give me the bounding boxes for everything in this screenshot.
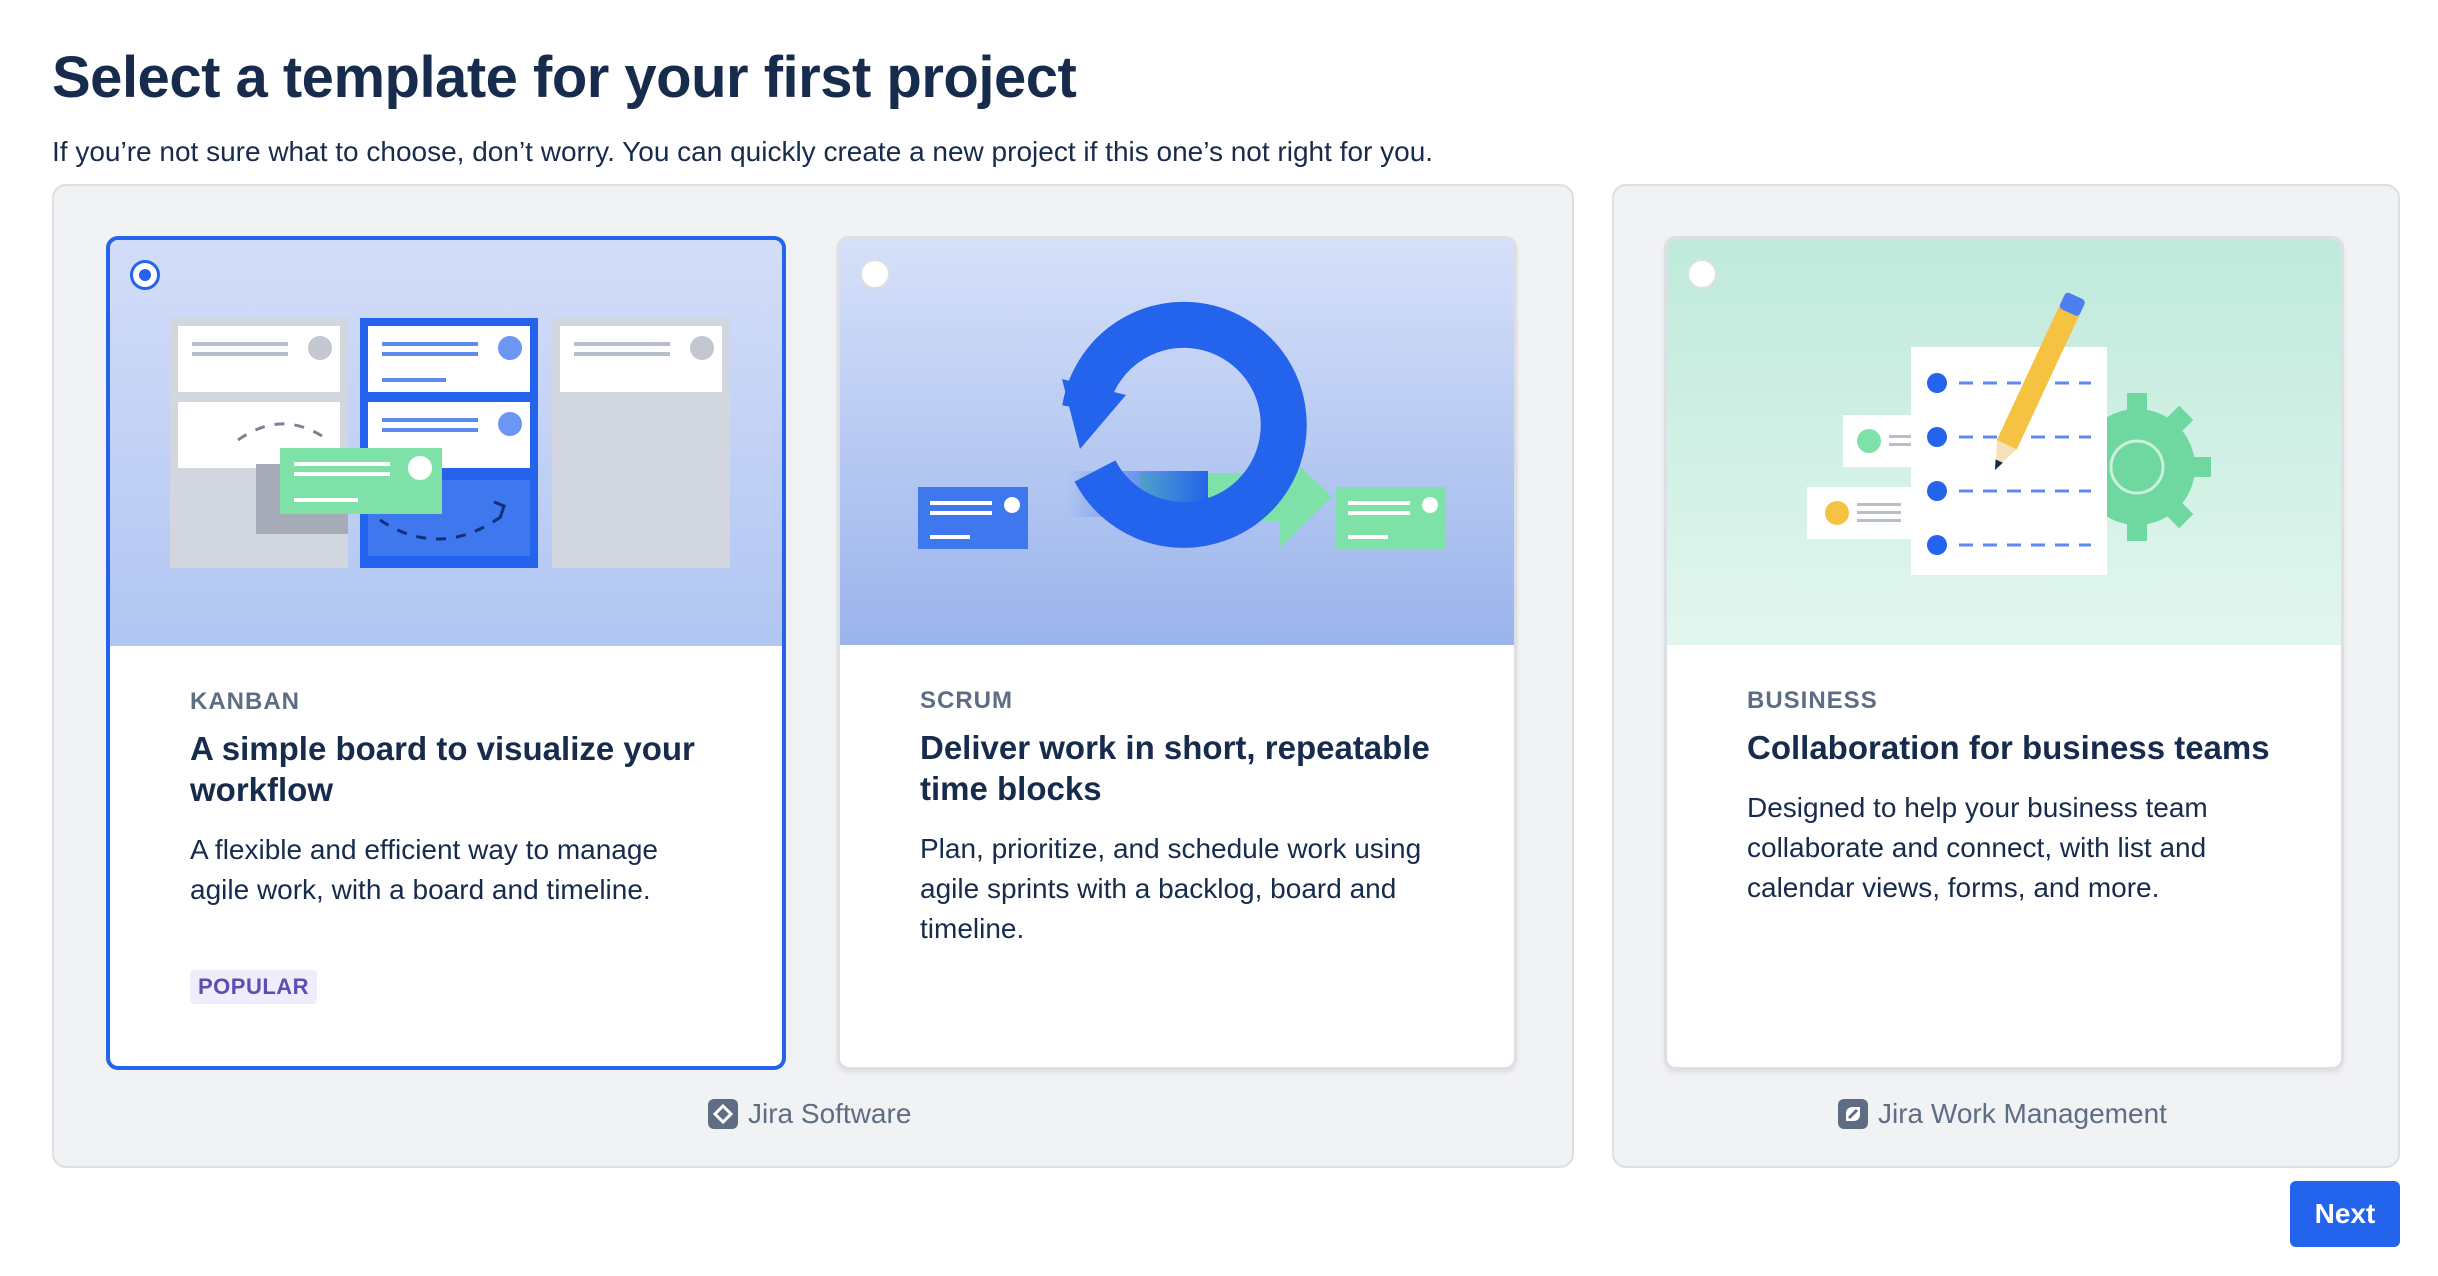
business-checklist-illustration bbox=[1667, 239, 2341, 645]
business-radio-button[interactable] bbox=[1687, 259, 1717, 289]
next-button[interactable]: Next bbox=[2290, 1181, 2400, 1247]
template-card-kanban[interactable]: KANBAN A simple board to visualize your … bbox=[106, 236, 786, 1070]
template-heading: Deliver work in short, repeatable time b… bbox=[920, 729, 1430, 807]
jira-work-management-icon bbox=[1838, 1099, 1868, 1129]
template-card-scrum[interactable]: SCRUM Deliver work in short, repeatable … bbox=[837, 236, 1517, 1070]
template-kind-label: SCRUM bbox=[920, 687, 1013, 714]
kanban-card-body: KANBAN A simple board to visualize your … bbox=[190, 688, 722, 1004]
template-description: Plan, prioritize, and schedule work usin… bbox=[920, 833, 1422, 944]
jira-software-icon bbox=[708, 1099, 738, 1129]
template-heading: A simple board to visualize your workflo… bbox=[190, 730, 695, 808]
kanban-board-illustration bbox=[110, 240, 782, 646]
product-name: Jira Work Management bbox=[1878, 1098, 2167, 1129]
scrum-radio-button[interactable] bbox=[860, 259, 890, 289]
template-heading: Collaboration for business teams bbox=[1747, 729, 2270, 766]
jira-work-management-product-label: Jira Work Management bbox=[1838, 1098, 2167, 1130]
product-name: Jira Software bbox=[748, 1098, 912, 1129]
page-subtitle: If you’re not sure what to choose, don’t… bbox=[52, 136, 1434, 167]
business-card-body: BUSINESS Collaboration for business team… bbox=[1747, 687, 2281, 908]
scrum-sprint-cycle-illustration bbox=[840, 239, 1514, 645]
jira-software-template-group: KANBAN A simple board to visualize your … bbox=[52, 184, 1574, 1168]
page-title: Select a template for your first project bbox=[52, 45, 1077, 110]
template-card-business[interactable]: BUSINESS Collaboration for business team… bbox=[1664, 236, 2344, 1070]
template-description: Designed to help your business team coll… bbox=[1747, 792, 2208, 903]
scrum-card-body: SCRUM Deliver work in short, repeatable … bbox=[920, 687, 1454, 949]
template-description: A flexible and efficient way to manage a… bbox=[190, 834, 659, 905]
jira-software-product-label: Jira Software bbox=[708, 1098, 911, 1130]
template-kind-label: KANBAN bbox=[190, 688, 300, 715]
jira-work-management-template-group: BUSINESS Collaboration for business team… bbox=[1612, 184, 2400, 1168]
template-kind-label: BUSINESS bbox=[1747, 687, 1878, 714]
popular-badge: POPULAR bbox=[190, 970, 318, 1004]
kanban-radio-button[interactable] bbox=[130, 260, 160, 290]
